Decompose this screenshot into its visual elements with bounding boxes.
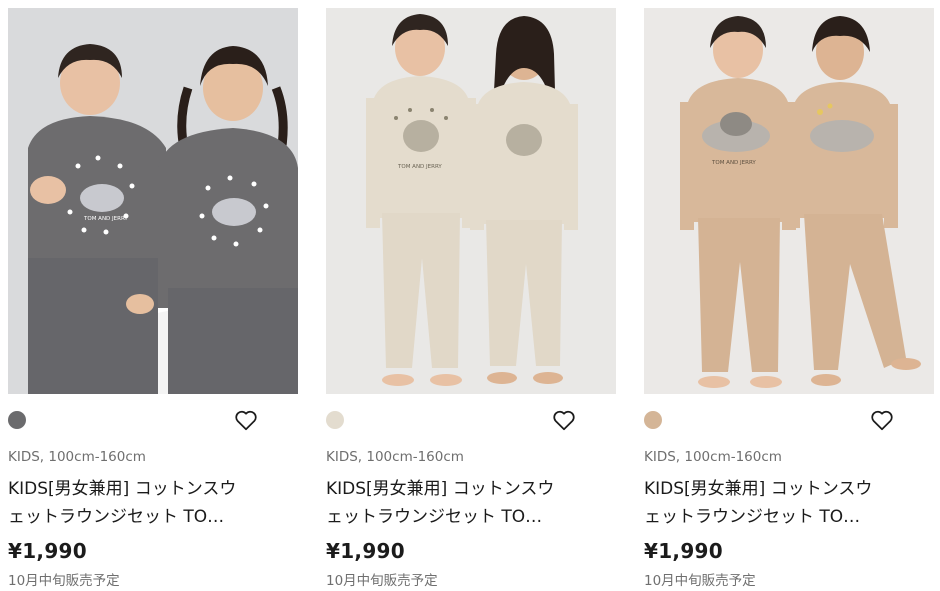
release-note: 10月中旬販売予定	[326, 573, 438, 589]
product-price: ¥1,990	[8, 539, 87, 563]
product-title[interactable]: KIDS[男女兼用] コットンスウ ェットラウンジセット TO…	[644, 475, 914, 531]
product-category: KIDS, 100cm-160cm	[8, 449, 146, 465]
print-text: TOM AND JERRY	[397, 164, 442, 170]
product-title-line: KIDS[男女兼用] コットンスウ	[326, 479, 555, 499]
heart-outline-icon	[235, 410, 257, 431]
color-swatch[interactable]	[644, 411, 662, 429]
product-title-line: ェットラウンジセット TO…	[8, 507, 225, 527]
product-photo-gray: TOM AND JERRY	[8, 8, 298, 394]
product-image[interactable]: TOM AND JERRY	[326, 8, 616, 394]
product-price: ¥1,990	[644, 539, 723, 563]
product-title-line: ェットラウンジセット TO…	[644, 507, 861, 527]
product-card[interactable]: TOM AND JERRY KIDS, 100cm-160cm KIDS[男女兼…	[326, 8, 616, 589]
favorite-button[interactable]	[233, 407, 259, 433]
color-swatch[interactable]	[8, 411, 26, 429]
release-note: 10月中旬販売予定	[8, 573, 120, 589]
product-photo-ivory: TOM AND JERRY	[326, 8, 616, 394]
product-price: ¥1,990	[326, 539, 405, 563]
product-image[interactable]: TOM AND JERRY	[8, 8, 298, 394]
product-title-line: ェットラウンジセット TO…	[326, 507, 543, 527]
favorite-button[interactable]	[551, 407, 577, 433]
product-title-line: KIDS[男女兼用] コットンスウ	[644, 479, 873, 499]
product-title[interactable]: KIDS[男女兼用] コットンスウ ェットラウンジセット TO…	[326, 475, 596, 531]
product-title[interactable]: KIDS[男女兼用] コットンスウ ェットラウンジセット TO…	[8, 475, 278, 531]
release-note: 10月中旬販売予定	[644, 573, 756, 589]
heart-outline-icon	[871, 410, 893, 431]
heart-outline-icon	[553, 410, 575, 431]
product-card[interactable]: TOM AND JERRY KIDS, 100cm-160cm KIDS[男女兼…	[644, 8, 934, 589]
print-text: TOM AND JERRY	[83, 216, 128, 222]
color-swatch[interactable]	[326, 411, 344, 429]
print-text: TOM AND JERRY	[711, 160, 756, 166]
favorite-button[interactable]	[869, 407, 895, 433]
product-card[interactable]: TOM AND JERRY KIDS, 100cm-160cm KIDS[男女兼…	[8, 8, 298, 589]
product-category: KIDS, 100cm-160cm	[326, 449, 464, 465]
product-image[interactable]: TOM AND JERRY	[644, 8, 934, 394]
product-title-line: KIDS[男女兼用] コットンスウ	[8, 479, 237, 499]
product-category: KIDS, 100cm-160cm	[644, 449, 782, 465]
product-photo-beige: TOM AND JERRY	[644, 8, 934, 394]
